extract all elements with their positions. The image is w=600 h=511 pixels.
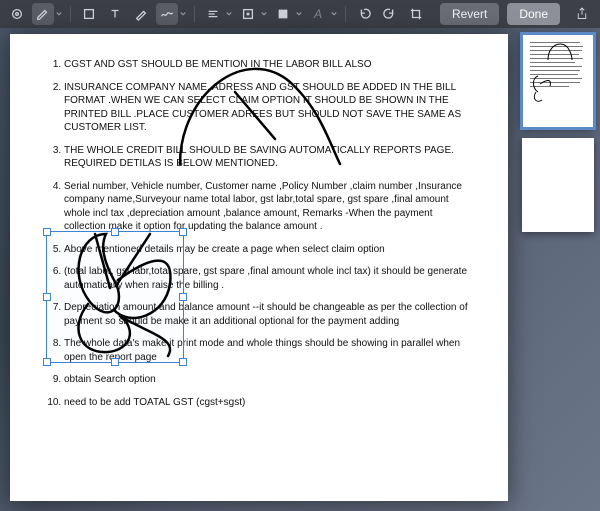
list-item: need to be add TOATAL GST (cgst+sgst) bbox=[64, 396, 476, 410]
revert-button[interactable]: Revert bbox=[440, 3, 499, 25]
document-canvas[interactable]: CGST AND GST SHOULD BE MENTION IN THE LA… bbox=[10, 34, 508, 501]
resize-handle[interactable] bbox=[43, 293, 51, 301]
chevron-down-icon[interactable] bbox=[295, 11, 303, 17]
chevron-down-icon[interactable] bbox=[330, 11, 338, 17]
page-thumbnail-1[interactable] bbox=[522, 34, 594, 128]
tool-rotate-left-icon[interactable] bbox=[353, 3, 375, 25]
separator bbox=[194, 6, 195, 22]
chevron-down-icon[interactable] bbox=[260, 11, 268, 17]
tool-signature-icon[interactable] bbox=[156, 3, 178, 25]
chevron-down-icon[interactable] bbox=[225, 11, 233, 17]
share-icon[interactable] bbox=[570, 3, 594, 25]
thumbnail-sidebar bbox=[522, 34, 594, 232]
tool-fill-icon[interactable] bbox=[272, 3, 294, 25]
resize-handle[interactable] bbox=[43, 358, 51, 366]
resize-handle[interactable] bbox=[179, 358, 187, 366]
tool-font-icon[interactable]: A bbox=[307, 3, 329, 25]
list-item: INSURANCE COMPANY NAME, ADRESS AND GST S… bbox=[64, 81, 476, 135]
list-item: CGST AND GST SHOULD BE MENTION IN THE LA… bbox=[64, 58, 476, 72]
separator bbox=[345, 6, 346, 22]
tool-rotate-right-icon[interactable] bbox=[379, 3, 401, 25]
selection-box[interactable] bbox=[46, 231, 184, 363]
app-window: A Revert Done CGST AND GST SHOULD BE MEN… bbox=[0, 0, 600, 511]
tool-border-icon[interactable] bbox=[237, 3, 259, 25]
tool-crop-icon[interactable] bbox=[405, 3, 427, 25]
list-item: THE WHOLE CREDIT BILL SHOULD BE SAVING A… bbox=[64, 144, 476, 171]
resize-handle[interactable] bbox=[179, 293, 187, 301]
page-thumbnail-2[interactable] bbox=[522, 138, 594, 232]
tool-gear-icon[interactable] bbox=[6, 3, 28, 25]
list-item: Serial number, Vehicle number, Customer … bbox=[64, 180, 476, 234]
tool-text-icon[interactable] bbox=[104, 3, 126, 25]
tool-highlight-icon[interactable] bbox=[130, 3, 152, 25]
resize-handle[interactable] bbox=[179, 228, 187, 236]
resize-handle[interactable] bbox=[43, 228, 51, 236]
separator bbox=[70, 6, 71, 22]
chevron-down-icon[interactable] bbox=[55, 11, 63, 17]
resize-handle[interactable] bbox=[111, 228, 119, 236]
toolbar: A Revert Done bbox=[0, 0, 600, 28]
resize-handle[interactable] bbox=[111, 358, 119, 366]
tool-pen-icon[interactable] bbox=[32, 3, 54, 25]
tool-shape-icon[interactable] bbox=[78, 3, 100, 25]
chevron-down-icon[interactable] bbox=[179, 11, 187, 17]
done-button[interactable]: Done bbox=[507, 3, 560, 25]
tool-align-icon[interactable] bbox=[202, 3, 224, 25]
list-item: obtain Search option bbox=[64, 373, 476, 387]
